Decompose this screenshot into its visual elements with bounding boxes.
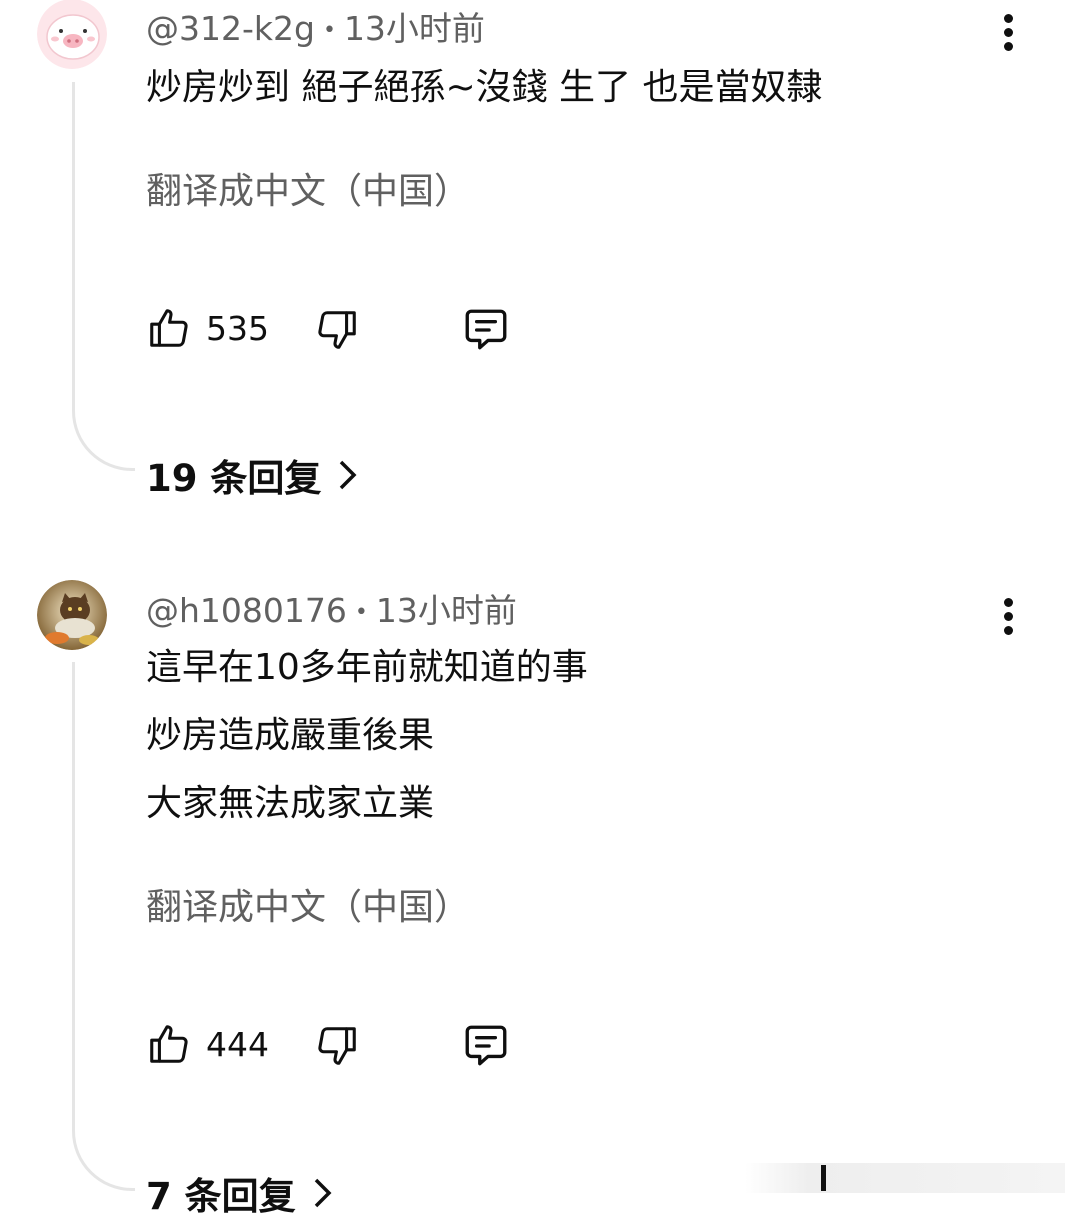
comment-meta: @312-k2g • 13小时前 [146, 2, 485, 50]
comment-text: 這早在10多年前就知道的事 炒房造成嚴重後果 大家無法成家立業 [146, 634, 588, 838]
comment-icon[interactable] [460, 305, 512, 359]
thread-line [72, 82, 135, 471]
more-vert-icon[interactable] [990, 592, 1026, 640]
comment-line: 這早在10多年前就知道的事 [146, 647, 588, 688]
chevron-right-icon [340, 460, 357, 490]
view-replies-link[interactable]: 19 条回复 [146, 448, 359, 502]
comment-card: @h1080176 • 13小时前 這早在10多年前就知道的事 炒房造成嚴重後果 大… [0, 580, 1080, 1218]
comment-time: 13小时前 [375, 591, 517, 630]
comment-meta: @h1080176 • 13小时前 [146, 584, 517, 632]
translate-link[interactable]: 翻译成中文（中国） [146, 878, 470, 930]
comment-time: 13小时前 [343, 9, 485, 48]
pig-avatar-icon[interactable] [37, 0, 107, 69]
author-handle[interactable]: @h1080176 [146, 591, 347, 630]
like-count: 444 [206, 1025, 269, 1064]
translate-link[interactable]: 翻译成中文（中国） [146, 162, 470, 214]
chevron-right-icon [314, 1178, 332, 1208]
comment-actions: 444 [146, 1021, 526, 1071]
view-replies-link[interactable]: 7 条回复 [146, 1166, 334, 1220]
meta-separator: • [354, 600, 368, 625]
more-vert-icon[interactable] [990, 8, 1026, 56]
like-count: 535 [206, 309, 269, 348]
thumbs-down-icon[interactable] [314, 1023, 360, 1073]
thumbs-up-icon[interactable] [146, 305, 192, 355]
thumbs-down-icon[interactable] [314, 307, 360, 357]
comment-line: 大家無法成家立業 [146, 783, 435, 824]
cursor-mark [821, 1165, 826, 1191]
thumbs-up-icon[interactable] [146, 1021, 192, 1071]
author-handle[interactable]: @312-k2g [146, 9, 315, 48]
meta-separator: • [322, 18, 336, 43]
comment-icon[interactable] [460, 1021, 512, 1075]
thread-line [72, 662, 135, 1191]
comment-actions: 535 [146, 305, 526, 355]
replies-label: 19 条回复 [146, 457, 322, 500]
cat-photo-avatar-icon[interactable] [37, 580, 107, 650]
comment-text: 炒房炒到 絕子絕孫~沒錢 生了 也是當奴隸 [146, 54, 823, 122]
comment-line: 炒房炒到 絕子絕孫~沒錢 生了 也是當奴隸 [146, 67, 823, 108]
watermark-overlay [745, 1163, 1065, 1193]
comment-line: 炒房造成嚴重後果 [146, 715, 435, 756]
replies-label: 7 条回复 [146, 1175, 296, 1218]
comment-card: @312-k2g • 13小时前 炒房炒到 絕子絕孫~沒錢 生了 也是當奴隸 翻译成… [0, 0, 1080, 520]
